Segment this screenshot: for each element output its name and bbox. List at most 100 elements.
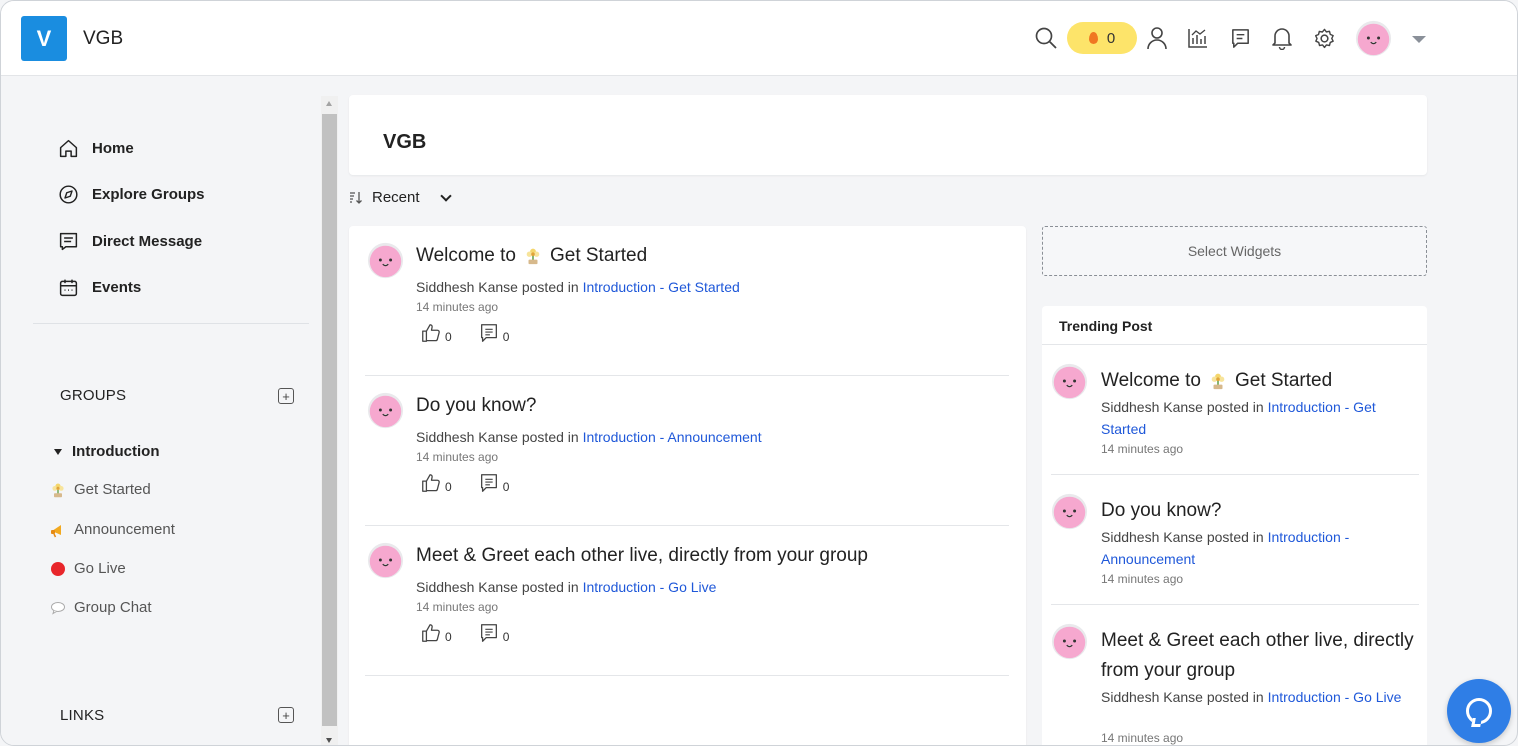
post-card[interactable]: Do you know? Siddhesh Kanse posted in In… xyxy=(365,376,1009,526)
post-feed: Welcome to Get Started Siddhesh Kanse po… xyxy=(349,226,1026,745)
post-channel-link[interactable]: Introduction - Go Live xyxy=(1268,689,1402,705)
post-title-text: Meet & Greet each other live, directly f… xyxy=(416,545,868,566)
red-circle-icon xyxy=(51,561,65,576)
comment-icon xyxy=(478,322,500,344)
links-title: LINKS xyxy=(60,707,105,724)
post-meta: Siddhesh Kanse posted in Introduction - … xyxy=(416,279,740,295)
channel-announcement[interactable]: Announcement xyxy=(50,521,175,538)
sidebar-item-label: Events xyxy=(92,279,142,296)
flower-emoji-icon xyxy=(524,247,542,265)
post-time: 14 minutes ago xyxy=(416,450,499,464)
posted-in-label: posted in xyxy=(521,429,579,445)
trending-title-text: Get Started xyxy=(1234,370,1333,391)
app-name[interactable]: VGB xyxy=(83,28,123,50)
channel-group-chat[interactable]: Group Chat xyxy=(50,599,152,616)
avatar[interactable] xyxy=(1051,363,1088,400)
chat-icon xyxy=(1466,698,1492,724)
sidebar-divider xyxy=(33,323,309,324)
posted-in-label: posted in xyxy=(521,279,579,295)
trending-item-title[interactable]: Welcome to Get Started xyxy=(1101,366,1419,396)
group-introduction[interactable]: Introduction xyxy=(54,443,159,460)
thumbs-up-icon xyxy=(420,322,442,344)
avatar[interactable] xyxy=(367,392,404,429)
avatar[interactable] xyxy=(1355,20,1392,57)
sort-dropdown[interactable]: Recent xyxy=(348,189,452,206)
chevron-down-icon[interactable] xyxy=(1412,36,1426,43)
post-time: 14 minutes ago xyxy=(416,600,499,614)
search-icon[interactable] xyxy=(1033,25,1059,51)
trending-item[interactable]: Do you know? Siddhesh Kanse posted in In… xyxy=(1051,475,1419,605)
post-channel-link[interactable]: Introduction - Get Started xyxy=(583,279,740,295)
post-title[interactable]: Welcome to Get Started xyxy=(416,245,647,267)
user-icon[interactable] xyxy=(1144,25,1170,51)
comment-button[interactable]: 0 xyxy=(478,622,510,644)
messages-icon[interactable] xyxy=(1227,25,1253,51)
sort-icon xyxy=(350,191,362,204)
trending-item[interactable]: Meet & Greet each other live, directly f… xyxy=(1051,605,1419,745)
comment-icon xyxy=(478,472,500,494)
post-meta: Siddhesh Kanse posted in Introduction - … xyxy=(416,579,716,595)
post-author: Siddhesh Kanse xyxy=(416,579,518,595)
avatar[interactable] xyxy=(367,242,404,279)
comment-button[interactable]: 0 xyxy=(478,472,509,494)
post-actions: 0 0 xyxy=(420,622,535,644)
post-title[interactable]: Do you know? xyxy=(416,395,536,417)
trending-item-meta: Siddhesh Kanse posted in Introduction - … xyxy=(1101,526,1411,570)
select-widgets-button[interactable]: Select Widgets xyxy=(1042,226,1427,276)
fire-streak-icon xyxy=(1088,32,1098,44)
thumbs-up-icon xyxy=(420,472,442,494)
posted-in-label: posted in xyxy=(1206,689,1264,705)
post-card[interactable]: Meet & Greet each other live, directly f… xyxy=(365,526,1009,676)
sidebar-item-direct-message[interactable]: Direct Message xyxy=(58,231,202,252)
logo[interactable]: V xyxy=(21,16,67,61)
comment-count: 0 xyxy=(502,330,510,344)
add-group-button[interactable]: + xyxy=(278,388,294,404)
sidebar-item-home[interactable]: Home xyxy=(58,138,134,159)
trending-post-panel: Trending Post Welcome to Get Started Sid… xyxy=(1042,306,1427,745)
compass-icon xyxy=(59,185,78,204)
caret-down-icon xyxy=(54,448,62,455)
trending-item-time: 14 minutes ago xyxy=(1101,731,1184,745)
megaphone-emoji-icon xyxy=(51,524,61,537)
channel-go-live[interactable]: Go Live xyxy=(50,560,126,577)
comment-button[interactable]: 0 xyxy=(478,322,510,344)
like-button[interactable]: 0 xyxy=(420,322,452,344)
trending-item[interactable]: Welcome to Get Started Siddhesh Kanse po… xyxy=(1051,345,1419,475)
posted-in-label: posted in xyxy=(521,579,579,595)
post-actions: 0 0 xyxy=(420,472,535,494)
post-card[interactable]: Welcome to Get Started Siddhesh Kanse po… xyxy=(365,226,1009,376)
scroll-thumb[interactable] xyxy=(322,114,337,726)
bell-icon[interactable] xyxy=(1269,25,1295,51)
post-channel-link[interactable]: Introduction - Announcement xyxy=(583,429,762,445)
post-author: Siddhesh Kanse xyxy=(1101,689,1203,705)
avatar[interactable] xyxy=(1051,623,1088,660)
trending-item-title[interactable]: Do you know? xyxy=(1101,496,1419,526)
avatar[interactable] xyxy=(1051,493,1088,530)
post-title[interactable]: Meet & Greet each other live, directly f… xyxy=(416,545,868,567)
sidebar-scrollbar[interactable] xyxy=(321,96,338,745)
streak-badge[interactable]: 0 xyxy=(1067,22,1137,54)
add-link-button[interactable]: + xyxy=(278,707,294,723)
app-window: V VGB 0 Home Explore Groups Direct Messa… xyxy=(0,0,1518,746)
channel-label: Get Started xyxy=(74,481,151,498)
avatar[interactable] xyxy=(367,542,404,579)
trending-item-meta: Siddhesh Kanse posted in Introduction - … xyxy=(1101,686,1411,708)
post-title-text: Do you know? xyxy=(416,395,537,416)
sidebar-item-events[interactable]: Events xyxy=(58,277,141,298)
sidebar-item-explore-groups[interactable]: Explore Groups xyxy=(58,184,205,205)
help-chat-button[interactable] xyxy=(1447,679,1511,743)
flower-emoji-icon xyxy=(50,482,66,498)
gear-icon[interactable] xyxy=(1311,25,1337,51)
trending-title-text: Welcome to xyxy=(1101,370,1201,391)
sidebar-item-label: Explore Groups xyxy=(92,186,205,203)
post-channel-link[interactable]: Introduction - Go Live xyxy=(583,579,717,595)
trending-item-title[interactable]: Meet & Greet each other live, directly f… xyxy=(1101,626,1419,686)
like-button[interactable]: 0 xyxy=(420,622,452,644)
trending-title: Trending Post xyxy=(1042,306,1427,345)
scroll-up-arrow[interactable] xyxy=(326,101,332,106)
comment-count: 0 xyxy=(502,630,510,644)
channel-get-started[interactable]: Get Started xyxy=(50,481,151,498)
analytics-icon[interactable] xyxy=(1185,25,1211,51)
like-button[interactable]: 0 xyxy=(420,472,452,494)
scroll-down-arrow[interactable] xyxy=(326,738,332,743)
